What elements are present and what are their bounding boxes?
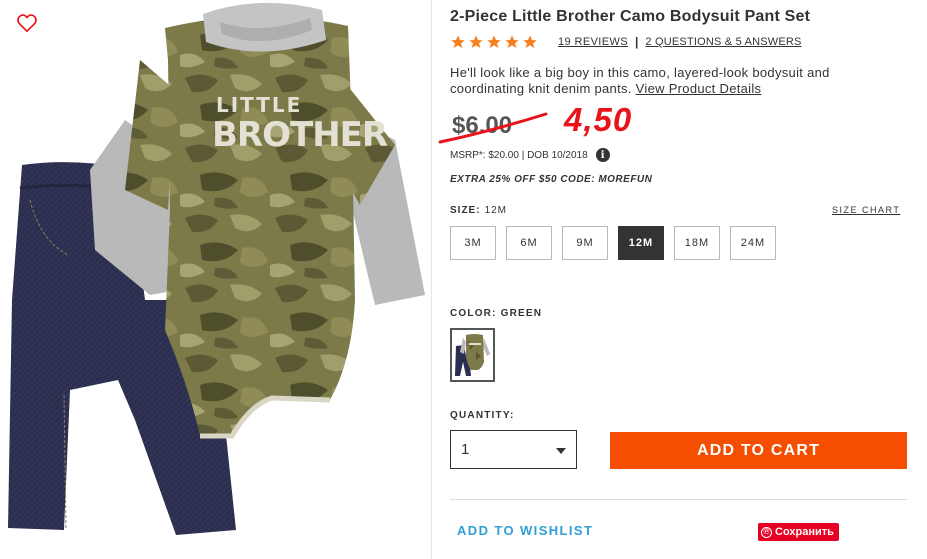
- questions-answers-link[interactable]: 2 QUESTIONS & 5 ANSWERS: [645, 36, 801, 48]
- heart-icon[interactable]: [16, 12, 38, 34]
- color-swatch-green[interactable]: [450, 328, 495, 382]
- size-option-18m[interactable]: 18M: [674, 226, 720, 260]
- star-icon: [505, 35, 519, 48]
- size-option-24m[interactable]: 24M: [730, 226, 776, 260]
- size-label: SIZE: 12M: [450, 205, 507, 216]
- product-image[interactable]: LITTLE BROTHER: [0, 0, 432, 559]
- star-icon: [469, 35, 483, 48]
- rating-row: 19 REVIEWS | 2 QUESTIONS & 5 ANSWERS: [450, 33, 802, 51]
- color-label: COLOR: GREEN: [450, 308, 542, 319]
- price-area: $6.00 4,50: [438, 101, 750, 148]
- divider: [450, 499, 907, 500]
- pinterest-save-button[interactable]: ℗ Сохранить: [758, 523, 839, 541]
- promo-text: EXTRA 25% OFF $50 CODE: MOREFUN: [450, 174, 653, 185]
- product-title: 2-Piece Little Brother Camo Bodysuit Pan…: [450, 8, 811, 25]
- strikethrough-mark: [438, 112, 548, 144]
- color-label-text: COLOR:: [450, 308, 497, 319]
- color-selected-value: GREEN: [500, 308, 543, 319]
- msrp-line: MSRP*: $20.00 | DOB 10/2018 i: [450, 148, 610, 162]
- quantity-label: QUANTITY:: [450, 410, 515, 421]
- product-image-panel: LITTLE BROTHER: [0, 0, 432, 559]
- chevron-down-icon: [556, 448, 566, 454]
- msrp-text: MSRP*: $20.00 | DOB 10/2018: [450, 149, 588, 161]
- size-option-12m[interactable]: 12M: [618, 226, 664, 260]
- separator: |: [635, 35, 639, 49]
- size-option-9m[interactable]: 9M: [562, 226, 608, 260]
- pinterest-save-label: Сохранить: [775, 526, 834, 538]
- new-price-annotation: 4,50: [564, 101, 633, 138]
- size-option-3m[interactable]: 3M: [450, 226, 496, 260]
- size-label-text: SIZE:: [450, 205, 481, 216]
- pinterest-icon: ℗: [761, 526, 772, 538]
- size-selected-value: 12M: [484, 205, 508, 216]
- size-option-6m[interactable]: 6M: [506, 226, 552, 260]
- star-icon: [451, 35, 465, 48]
- star-icon: [487, 35, 501, 48]
- add-to-cart-button[interactable]: ADD TO CART: [610, 432, 907, 469]
- reviews-link[interactable]: 19 REVIEWS: [558, 36, 628, 48]
- bodysuit-text-brother: BROTHER: [212, 115, 388, 155]
- star-icon: [523, 35, 537, 48]
- info-icon[interactable]: i: [595, 148, 610, 162]
- size-options: 3M 6M 9M 12M 18M 24M: [450, 226, 776, 260]
- product-info-panel: 2-Piece Little Brother Camo Bodysuit Pan…: [438, 0, 910, 559]
- swatch-thumbnail: [454, 332, 491, 378]
- size-chart-link[interactable]: SIZE CHART: [832, 205, 900, 215]
- star-rating[interactable]: [450, 34, 538, 50]
- quantity-value: 1: [461, 441, 470, 458]
- add-to-wishlist-link[interactable]: ADD TO WISHLIST: [457, 523, 593, 538]
- bodysuit-text-little: LITTLE: [216, 93, 302, 117]
- product-description: He'll look like a big boy in this camo, …: [450, 65, 890, 97]
- quantity-select[interactable]: 1: [450, 430, 577, 469]
- view-details-link[interactable]: View Product Details: [636, 81, 762, 96]
